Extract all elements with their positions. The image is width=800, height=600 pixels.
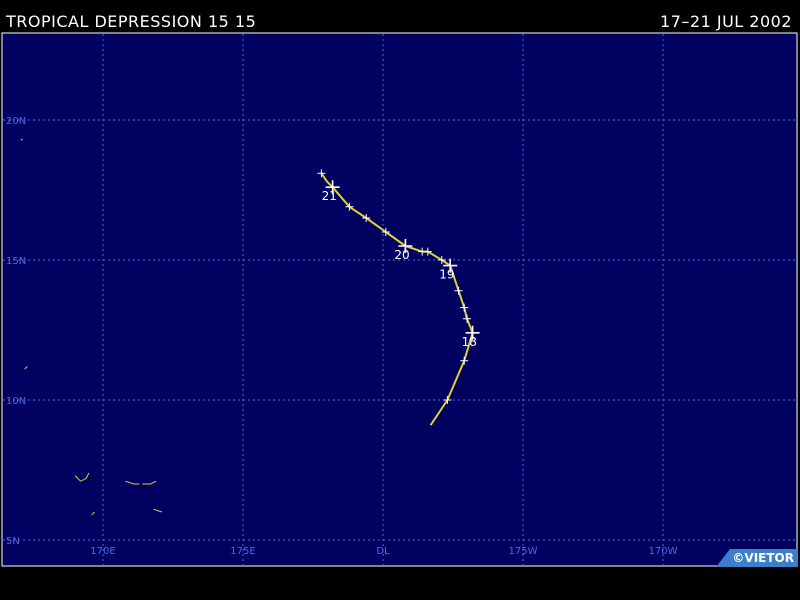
lat-label: 5N bbox=[6, 536, 20, 547]
map-frame bbox=[1, 32, 798, 567]
lon-label: 175E bbox=[230, 546, 255, 557]
lat-label: 15N bbox=[6, 256, 26, 267]
day-label: 21 bbox=[322, 189, 337, 203]
island bbox=[21, 138, 23, 141]
credit-badge: ©VIETOR bbox=[716, 549, 798, 567]
day-label: 18 bbox=[462, 335, 477, 349]
lon-label: 170W bbox=[649, 546, 678, 557]
lon-label: 170E bbox=[90, 546, 115, 557]
day-label: 19 bbox=[439, 268, 454, 282]
lat-label: 20N bbox=[6, 116, 26, 127]
lon-label: 175W bbox=[509, 546, 538, 557]
track-map: 170E 175E DL 175W 170W 20N 15N 10N 5N 18 19 20 21 bbox=[1, 32, 798, 567]
lat-label: 10N bbox=[6, 396, 26, 407]
lon-label: DL bbox=[376, 546, 390, 557]
day-label: 20 bbox=[394, 248, 409, 262]
